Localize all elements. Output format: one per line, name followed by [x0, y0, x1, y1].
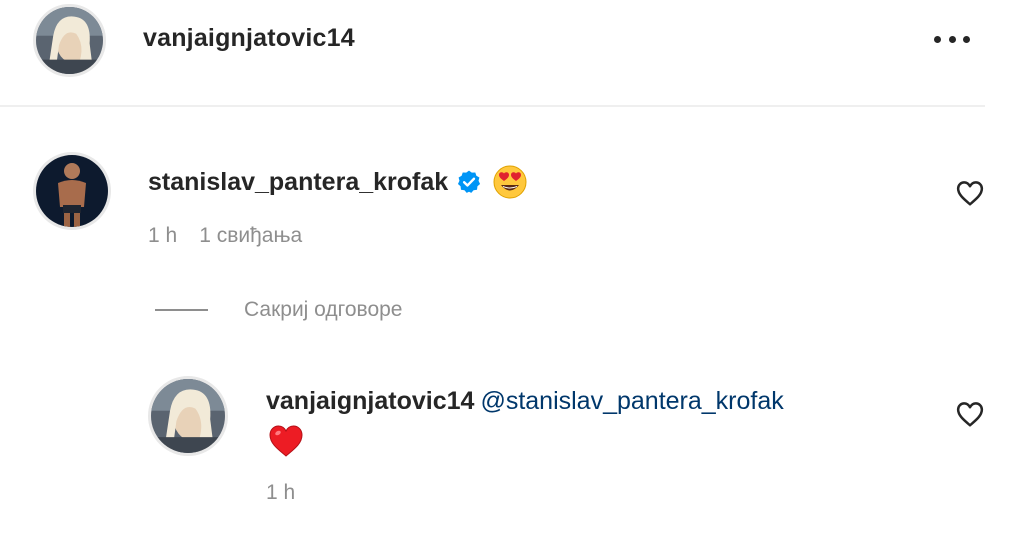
verified-badge-icon	[456, 169, 482, 195]
like-comment-button[interactable]	[955, 179, 985, 207]
reply-mention-link[interactable]: @stanislav_pantera_krofak	[480, 387, 783, 415]
comment-likes-count[interactable]: 1 свиђања	[199, 224, 302, 248]
avatar[interactable]	[33, 4, 106, 77]
replies-line	[155, 309, 208, 311]
more-options-button[interactable]	[930, 24, 974, 54]
hide-replies-button[interactable]: Сакриј одговоре	[155, 298, 402, 322]
avatar-image	[151, 379, 225, 453]
reply-timestamp: 1 h	[266, 481, 296, 504]
header-divider	[0, 105, 985, 107]
avatar-image	[36, 155, 108, 227]
more-horizontal-icon	[934, 35, 941, 43]
commenter-username[interactable]: stanislav_pantera_krofak	[148, 168, 448, 197]
comment-timestamp: 1 h	[148, 224, 178, 247]
post-header: vanjaignjatovic14	[0, 0, 1024, 107]
avatar-image	[36, 7, 103, 74]
reply-username[interactable]: vanjaignjatovic14	[266, 387, 474, 415]
post-owner-username[interactable]: vanjaignjatovic14	[143, 24, 355, 53]
commenter-avatar[interactable]	[33, 152, 111, 230]
heart-outline-icon	[956, 181, 984, 206]
reply-avatar[interactable]	[148, 376, 228, 456]
comment-meta: 1 h 1 свиђања	[148, 224, 302, 248]
reply-meta: 1 h	[266, 481, 295, 505]
heart-outline-icon	[956, 402, 984, 427]
red-heart-emoji	[268, 424, 304, 458]
heart-eyes-emoji	[492, 164, 528, 200]
reply-text: vanjaignjatovic14 @stanislav_pantera_krof…	[266, 387, 784, 416]
hide-replies-label: Сакриј одговоре	[244, 298, 403, 321]
like-reply-button[interactable]	[955, 400, 985, 428]
comment-line: stanislav_pantera_krofak	[148, 164, 528, 200]
